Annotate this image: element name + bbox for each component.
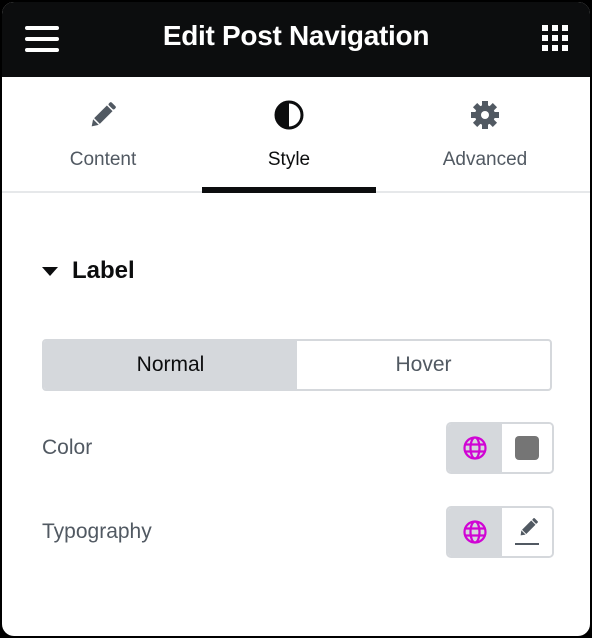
editor-panel: Edit Post Navigation Content Style Advan…: [2, 2, 590, 636]
tab-advanced-label: Advanced: [442, 149, 528, 170]
grid-icon[interactable]: [542, 25, 568, 51]
typography-edit-button[interactable]: [502, 508, 552, 556]
tab-bar: Content Style Advanced: [2, 77, 590, 193]
typography-label: Typography: [42, 520, 152, 543]
state-normal-button[interactable]: Normal: [44, 341, 297, 389]
tab-style-label: Style: [267, 149, 311, 170]
state-toggle: Normal Hover: [42, 339, 552, 391]
color-picker-button[interactable]: [502, 424, 552, 472]
state-hover-button[interactable]: Hover: [297, 341, 550, 389]
gear-icon: [398, 99, 572, 131]
tab-content-label: Content: [69, 149, 137, 170]
color-swatch: [515, 436, 539, 460]
section-label-toggle[interactable]: Label: [42, 257, 135, 285]
global-colors-button[interactable]: [448, 424, 502, 472]
half-circle-icon: [202, 99, 376, 131]
section-title: Label: [72, 257, 135, 284]
panel-header: Edit Post Navigation: [2, 2, 590, 77]
tab-advanced[interactable]: Advanced: [398, 77, 572, 191]
typography-control: [446, 506, 554, 558]
color-control: [446, 422, 554, 474]
pencil-edit-icon: [515, 518, 539, 545]
global-fonts-button[interactable]: [448, 508, 502, 556]
globe-icon: [463, 436, 487, 460]
tab-style[interactable]: Style: [202, 77, 376, 193]
globe-icon: [463, 520, 487, 544]
color-label: Color: [42, 436, 93, 459]
caret-down-icon: [42, 266, 58, 276]
panel-title: Edit Post Navigation: [162, 20, 430, 51]
pencil-icon: [16, 99, 190, 131]
tab-content[interactable]: Content: [16, 77, 190, 191]
